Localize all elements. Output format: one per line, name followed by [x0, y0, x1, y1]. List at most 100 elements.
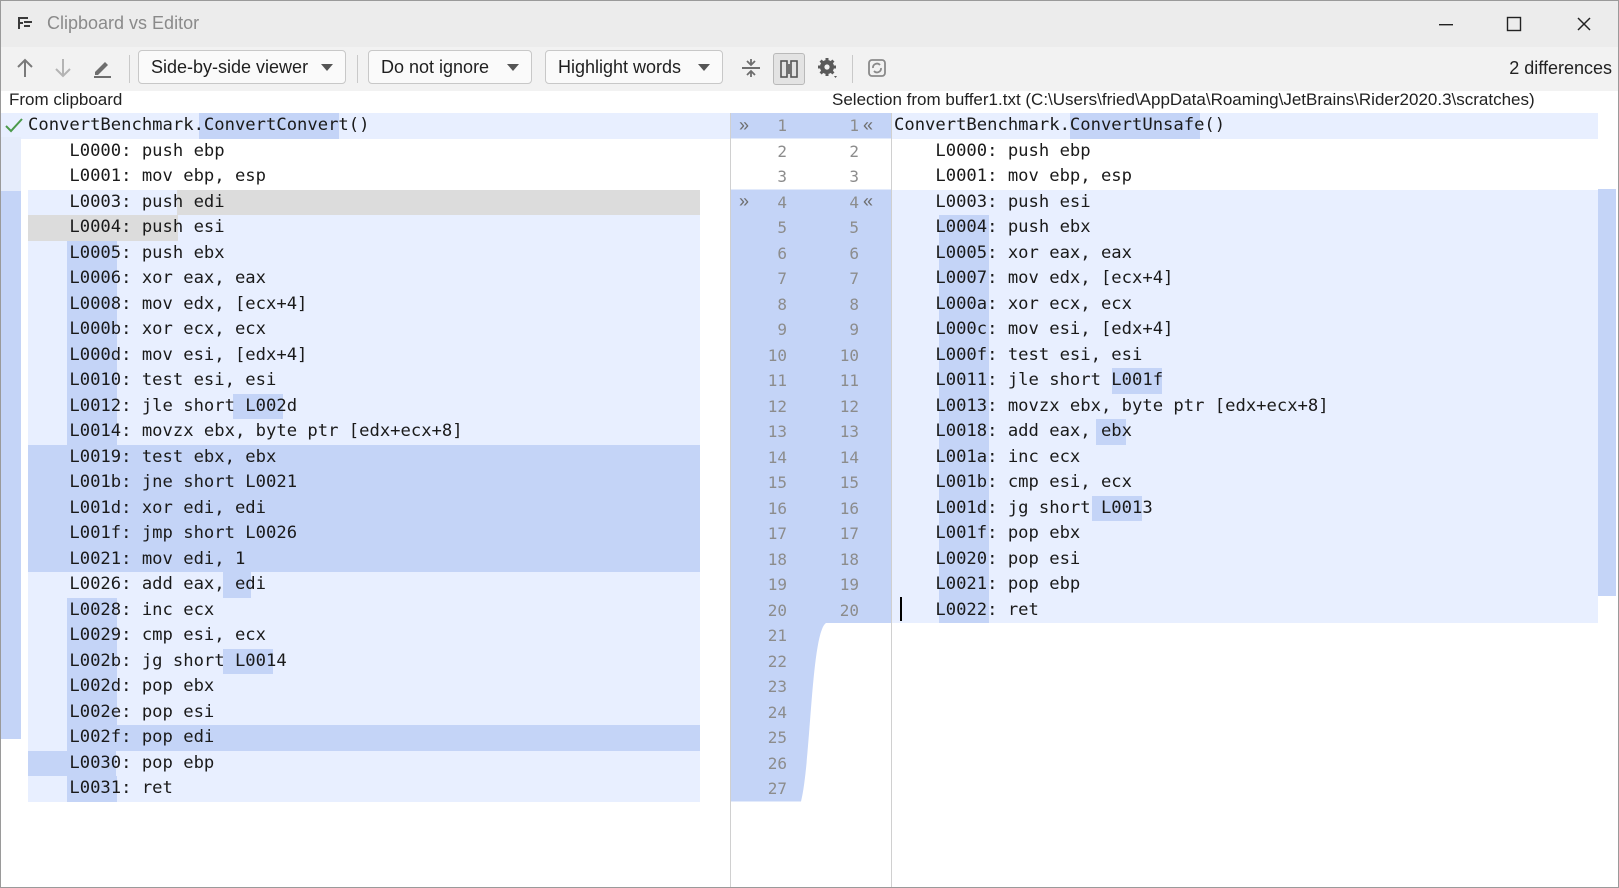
sync-scroll-icon	[780, 60, 798, 78]
window-title: Clipboard vs Editor	[47, 13, 200, 33]
code-line[interactable]: L0030: pop ebp	[28, 751, 214, 777]
code-line[interactable]: L0000: push ebp	[894, 139, 1090, 165]
apply-change-left-button[interactable]: «	[863, 189, 889, 214]
right-line-number: 5	[849, 218, 859, 237]
code-line[interactable]: L0000: push ebp	[28, 139, 224, 165]
highlight-mode-dropdown[interactable]: Highlight words	[545, 50, 723, 84]
right-line-number: 19	[839, 575, 859, 594]
close-icon	[1577, 17, 1591, 31]
right-line-number: 10	[839, 345, 859, 365]
next-difference-button[interactable]	[48, 53, 78, 83]
code-line[interactable]: L0022: ret	[894, 598, 1038, 624]
code-line[interactable]: L002d: pop ebx	[28, 674, 214, 700]
close-button[interactable]	[1549, 1, 1618, 47]
code-line[interactable]: L000c: mov esi, [edx+4]	[894, 317, 1173, 343]
code-line[interactable]: L0014: movzx ebx, byte ptr [edx+ecx+8]	[28, 419, 462, 445]
collapse-unchanged-icon	[742, 59, 760, 77]
right-line-number: 16	[839, 498, 859, 518]
code-line[interactable]: L0004: push ebx	[894, 215, 1090, 241]
collapse-unchanged-button[interactable]	[736, 53, 766, 83]
left-line-number: 16	[767, 498, 787, 518]
ignore-whitespace-dropdown[interactable]: Do not ignore	[368, 50, 532, 84]
code-line[interactable]: L001a: inc ecx	[894, 445, 1080, 471]
code-line[interactable]: L0012: jle short L002d	[28, 394, 297, 420]
apply-change-right-button[interactable]: »	[739, 113, 765, 138]
code-line[interactable]: ConvertBenchmark.ConvertUnsafe()	[894, 113, 1225, 139]
right-line-number: 1	[849, 116, 859, 135]
code-line[interactable]: L002e: pop esi	[28, 700, 214, 726]
code-line[interactable]: L0019: test ebx, ebx	[28, 445, 276, 471]
code-line[interactable]: L001f: jmp short L0026	[28, 521, 297, 547]
right-editor[interactable]: ConvertBenchmark.ConvertUnsafe() L0000: …	[892, 113, 1618, 887]
left-line-number: 12	[767, 396, 787, 416]
left-line-number: 18	[767, 549, 787, 569]
toolbar: Side-by-side viewer Do not ignore Highli…	[1, 47, 1618, 91]
right-line-number: 12	[839, 396, 859, 416]
left-line-number: 17	[767, 524, 787, 543]
settings-button[interactable]	[813, 53, 843, 83]
code-line[interactable]: L000b: xor ecx, ecx	[28, 317, 266, 343]
double-chevron-left-icon: «	[863, 115, 874, 135]
difference-count: 2 differences	[1509, 58, 1612, 78]
chevron-down-icon	[321, 64, 333, 71]
code-line[interactable]: L0029: cmp esi, ecx	[28, 623, 266, 649]
right-line-number: 11	[839, 371, 859, 390]
arrow-down-icon	[55, 59, 71, 78]
refresh-button[interactable]	[862, 53, 892, 83]
double-chevron-left-icon: «	[863, 191, 874, 211]
code-line[interactable]: L001f: pop ebx	[894, 521, 1080, 547]
left-line-number: 2	[777, 141, 787, 161]
code-line[interactable]: L0005: xor eax, eax	[894, 241, 1132, 267]
refresh-icon	[868, 59, 886, 77]
maximize-button[interactable]	[1479, 1, 1549, 47]
code-line[interactable]: ConvertBenchmark.ConvertConvert()	[28, 113, 369, 139]
minimize-button[interactable]	[1411, 1, 1481, 47]
code-line[interactable]: L0028: inc ecx	[28, 598, 214, 624]
code-line[interactable]: L0018: add eax, ebx	[894, 419, 1132, 445]
code-line[interactable]: L0021: mov edi, 1	[28, 547, 245, 573]
apply-change-left-button[interactable]: «	[863, 113, 889, 138]
prev-difference-button[interactable]	[10, 53, 40, 83]
code-line[interactable]: L0005: push ebx	[28, 241, 224, 267]
selection-bg	[177, 189, 700, 215]
left-editor[interactable]: ConvertBenchmark.ConvertConvert() L0000:…	[1, 113, 730, 887]
code-line[interactable]: L0004: push esi	[28, 215, 224, 241]
left-line-number: 24	[767, 702, 787, 722]
code-line[interactable]: L000d: mov esi, [edx+4]	[28, 343, 307, 369]
code-line[interactable]: L0010: test esi, esi	[28, 368, 276, 394]
code-line[interactable]: L000f: test esi, esi	[894, 343, 1142, 369]
code-line[interactable]: L001b: jne short L0021	[28, 470, 297, 496]
right-line-number: 20	[839, 600, 859, 620]
code-line[interactable]: L0008: mov edx, [ecx+4]	[28, 292, 307, 318]
sync-scroll-toggle[interactable]	[773, 53, 805, 85]
apply-change-right-button[interactable]: »	[739, 189, 765, 214]
pencil-icon	[94, 62, 111, 78]
right-line-number: 8	[849, 294, 859, 314]
code-line[interactable]: L0026: add eax, edi	[28, 572, 266, 598]
minimize-icon	[1439, 24, 1453, 26]
code-line[interactable]: L0003: push esi	[894, 190, 1090, 216]
double-chevron-right-icon: »	[739, 191, 750, 211]
viewer-mode-dropdown[interactable]: Side-by-side viewer	[138, 50, 346, 84]
code-line[interactable]: L001b: cmp esi, ecx	[894, 470, 1132, 496]
edit-source-button[interactable]	[87, 53, 117, 83]
code-line[interactable]: L001d: jg short L0013	[894, 496, 1152, 522]
code-line[interactable]: L0006: xor eax, eax	[28, 266, 266, 292]
code-line[interactable]: L002b: jg short L0014	[28, 649, 286, 675]
code-line[interactable]: L0003: push edi	[28, 190, 224, 216]
code-line[interactable]: L0001: mov ebp, esp	[28, 164, 266, 190]
code-line[interactable]: L000a: xor ecx, ecx	[894, 292, 1132, 318]
code-line[interactable]: L0013: movzx ebx, byte ptr [edx+ecx+8]	[894, 394, 1328, 420]
viewer-mode-label: Side-by-side viewer	[151, 56, 309, 77]
code-line[interactable]: L0007: mov edx, [ecx+4]	[894, 266, 1173, 292]
code-line[interactable]: L0011: jle short L001f	[894, 368, 1163, 394]
code-line[interactable]: L0031: ret	[28, 776, 172, 802]
right-line-number: 6	[849, 243, 859, 263]
code-line[interactable]: L0021: pop ebp	[894, 572, 1080, 598]
code-line[interactable]: L0001: mov ebp, esp	[894, 164, 1132, 190]
left-line-number: 11	[767, 371, 787, 390]
code-line[interactable]: L0020: pop esi	[894, 547, 1080, 573]
code-line[interactable]: L001d: xor edi, edi	[28, 496, 266, 522]
left-line-number: 20	[767, 600, 787, 620]
code-line[interactable]: L002f: pop edi	[28, 725, 214, 751]
